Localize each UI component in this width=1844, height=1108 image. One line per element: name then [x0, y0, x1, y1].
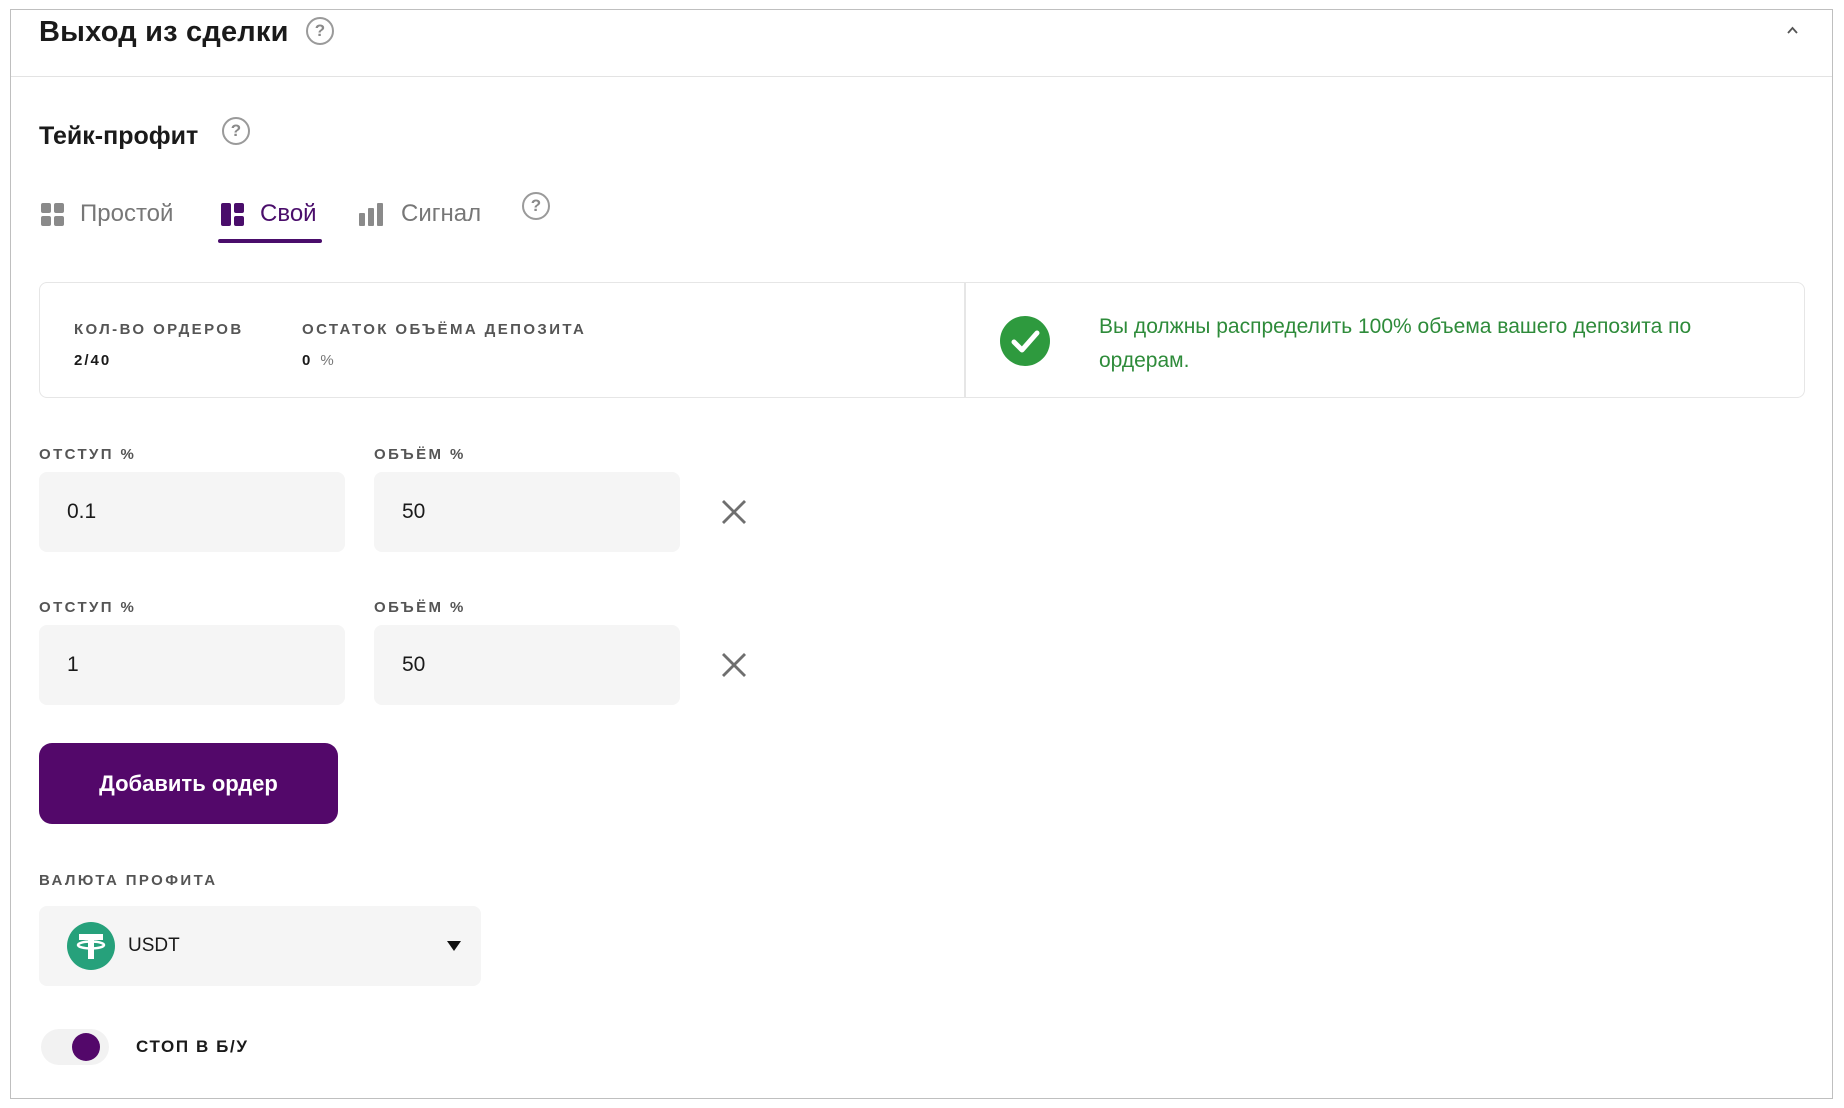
help-icon[interactable]: ? [306, 17, 334, 45]
volume-label: ОБЪЁМ % [374, 446, 466, 463]
offset-input[interactable]: 1 [39, 625, 345, 705]
tab-label: Свой [260, 200, 317, 227]
panel-header[interactable]: Выход из сделки ? [11, 10, 1832, 77]
volume-input[interactable]: 50 [374, 472, 680, 552]
active-tab-indicator [218, 239, 322, 243]
selected-currency: USDT [128, 935, 180, 956]
summary-divider [964, 283, 966, 397]
take-profit-title: Тейк-профит [39, 122, 199, 150]
exit-deal-panel: Выход из сделки ? Тейк-профит ? Простой … [10, 9, 1833, 1099]
distribution-message: Вы должны распределить 100% объема вашег… [1099, 315, 1692, 372]
tether-icon [67, 922, 115, 970]
check-circle-icon [1000, 316, 1050, 366]
tabs-help-icon[interactable]: ? [522, 192, 550, 220]
layout-icon [221, 202, 244, 226]
remaining-volume-label: ОСТАТОК ОБЪЁМА ДЕПОЗИТА [302, 321, 587, 338]
offset-input[interactable]: 0.1 [39, 472, 345, 552]
caret-down-icon [447, 941, 461, 951]
profit-currency-select[interactable]: USDT [39, 906, 481, 986]
orders-count-value: 2/40 [74, 352, 112, 369]
remove-order-icon[interactable] [721, 652, 747, 678]
tab-custom[interactable]: Свой [221, 194, 317, 234]
offset-label: ОТСТУП % [39, 599, 137, 616]
grid-icon [41, 202, 64, 226]
bar-chart-icon [359, 202, 383, 226]
profit-currency-label: ВАЛЮТА ПРОФИТА [39, 872, 218, 889]
remove-order-icon[interactable] [721, 499, 747, 525]
add-order-button[interactable]: Добавить ордер [39, 743, 338, 824]
remaining-volume-value: 0% [302, 352, 336, 369]
stop-breakeven-toggle[interactable] [41, 1029, 109, 1065]
volume-label: ОБЪЁМ % [374, 599, 466, 616]
tab-label: Сигнал [401, 200, 482, 227]
remaining-volume-number: 0 [302, 352, 313, 369]
remaining-volume-unit: % [320, 352, 336, 369]
tab-simple[interactable]: Простой [41, 194, 173, 234]
toggle-knob [72, 1033, 100, 1061]
offset-label: ОТСТУП % [39, 446, 137, 463]
tab-signal[interactable]: Сигнал [359, 194, 481, 234]
panel-title: Выход из сделки [39, 16, 289, 48]
take-profit-help-icon[interactable]: ? [222, 117, 250, 145]
stop-breakeven-label: СТОП В Б/У [136, 1037, 249, 1056]
volume-input[interactable]: 50 [374, 625, 680, 705]
orders-count-label: КОЛ-ВО ОРДЕРОВ [74, 321, 244, 338]
chevron-up-icon[interactable] [1787, 25, 1798, 36]
orders-summary: КОЛ-ВО ОРДЕРОВ 2/40 ОСТАТОК ОБЪЁМА ДЕПОЗ… [39, 282, 1805, 398]
tab-label: Простой [80, 200, 174, 227]
